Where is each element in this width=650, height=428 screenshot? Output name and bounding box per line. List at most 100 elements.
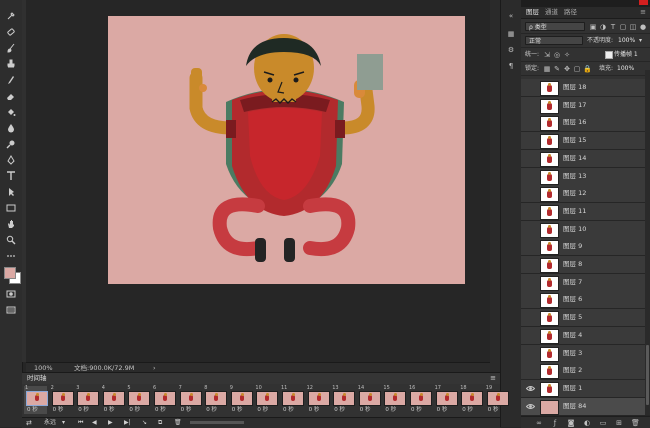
add-mask-icon[interactable]: ◙ [567, 419, 575, 427]
lock-paint-icon[interactable]: ✎ [553, 65, 561, 73]
opacity-value[interactable]: 100% [618, 34, 635, 47]
paint-bucket-icon[interactable] [4, 106, 18, 118]
timeline-frame[interactable]: 80 秒 [203, 385, 228, 414]
timeline-frame[interactable]: 10 秒 [24, 385, 48, 414]
layer-row[interactable]: 图层 7 [521, 273, 650, 292]
frame-delay[interactable]: 0 秒 [129, 407, 140, 414]
timeline-frame[interactable]: 15 0 秒 [382, 385, 407, 414]
artboard[interactable] [108, 16, 465, 284]
link-layers-icon[interactable]: ∞ [535, 419, 543, 427]
visibility-eye-icon[interactable] [525, 402, 536, 411]
timeline-frame[interactable]: 30 秒 [75, 385, 100, 414]
foreground-color-swatch[interactable] [4, 267, 16, 279]
propagate-checkbox[interactable] [605, 51, 613, 59]
layer-row[interactable]: 图层 14 [521, 149, 650, 168]
frame-delay[interactable]: 0 秒 [360, 407, 371, 414]
healing-brush-icon[interactable] [4, 26, 18, 38]
timeline-frame[interactable]: 90 秒 [229, 385, 253, 414]
paragraph-panel-icon[interactable]: ¶ [507, 62, 515, 70]
layer-row[interactable]: 图层 15 [521, 132, 650, 151]
lock-move-icon[interactable]: ✥ [563, 65, 571, 73]
layer-row[interactable]: 图层 17 [521, 96, 650, 115]
new-group-icon[interactable]: ▭ [599, 419, 607, 427]
adjustments-panel-icon[interactable]: ⚙ [507, 46, 515, 54]
visibility-eye-icon[interactable] [526, 242, 535, 251]
visibility-eye-icon[interactable] [526, 225, 535, 234]
layer-row[interactable]: 图层 12 [521, 185, 650, 204]
unify-style-icon[interactable]: ✧ [563, 51, 571, 59]
layer-list-scroll-thumb[interactable] [646, 345, 649, 405]
visibility-eye-icon[interactable] [526, 83, 535, 92]
tab-layers[interactable]: 图层 [526, 7, 539, 18]
layer-row[interactable]: 图层 9 [521, 238, 650, 257]
timeline-frame[interactable]: 70 秒 [178, 385, 202, 414]
panel-menu-icon[interactable]: ≡ [640, 7, 646, 18]
frame-delay[interactable]: 0 秒 [232, 407, 243, 414]
frame-delay[interactable]: 0 秒 [411, 407, 422, 414]
timeline-frame[interactable]: 12 0 秒 [306, 385, 330, 414]
filter-type-icon[interactable]: T [609, 23, 617, 31]
clone-stamp-icon[interactable] [4, 58, 18, 70]
visibility-eye-icon[interactable] [526, 136, 535, 145]
visibility-eye-icon[interactable] [526, 260, 535, 269]
frame-delay[interactable]: 0 秒 [462, 407, 473, 414]
timeline-frame[interactable]: 40 秒 [101, 385, 125, 414]
layer-style-icon[interactable]: ƒ [551, 419, 559, 427]
layer-row[interactable]: 图层 3 [521, 344, 650, 363]
visibility-eye-icon[interactable] [526, 118, 535, 127]
filter-kind-select[interactable]: ρ 类型 [525, 22, 585, 31]
unify-position-icon[interactable]: ⇲ [543, 51, 551, 59]
visibility-eye-icon[interactable] [526, 331, 535, 340]
filter-pixel-icon[interactable]: ▣ [589, 23, 597, 31]
timeline-frame[interactable]: 50 秒 [126, 385, 151, 414]
visibility-eye-icon[interactable] [526, 172, 535, 181]
frame-delay[interactable]: 0 秒 [437, 407, 448, 414]
zoom-icon[interactable] [4, 234, 18, 246]
type-icon[interactable] [4, 170, 18, 182]
layer-row[interactable]: 图层 18 [521, 79, 650, 97]
timeline-frame[interactable]: 60 秒 [152, 385, 176, 414]
frame-delay[interactable]: 0 秒 [181, 407, 192, 414]
frame-delay[interactable]: 0 秒 [53, 407, 64, 414]
panel-close-icon[interactable] [639, 0, 648, 5]
path-select-icon[interactable] [4, 186, 18, 198]
frame-delay[interactable]: 0 秒 [78, 407, 89, 414]
more-tools-icon[interactable] [4, 250, 18, 262]
filter-toggle-icon[interactable]: ● [639, 23, 647, 31]
layer-row[interactable]: 图层 10 [521, 220, 650, 239]
layer-row[interactable]: 图层 84 [521, 397, 650, 416]
pen-icon[interactable] [4, 154, 18, 166]
timeline-frame[interactable]: 13 0 秒 [331, 385, 356, 414]
unify-visibility-icon[interactable]: ◎ [553, 51, 561, 59]
visibility-eye-icon[interactable] [526, 313, 535, 322]
visibility-eye-icon[interactable] [526, 295, 535, 304]
timeline-frame[interactable]: 11 0 秒 [280, 385, 304, 414]
fill-value[interactable]: 100% [617, 62, 634, 75]
timeline-frame[interactable]: 16 0 秒 [408, 385, 432, 414]
eyedropper-icon[interactable] [4, 10, 18, 22]
blur-icon[interactable] [4, 122, 18, 134]
layer-list-scrollbar[interactable] [645, 70, 650, 415]
timeline-frame[interactable]: 20 秒 [50, 385, 74, 414]
hand-icon[interactable] [4, 218, 18, 230]
layer-row[interactable]: 图层 13 [521, 167, 650, 186]
lock-all-icon[interactable]: 🔒 [583, 65, 592, 73]
layer-row[interactable]: 图层 11 [521, 202, 650, 221]
dodge-icon[interactable] [4, 138, 18, 150]
frame-delay[interactable]: 0 秒 [27, 407, 38, 414]
frame-delay[interactable]: 0 秒 [257, 407, 268, 414]
visibility-eye-icon[interactable] [526, 349, 535, 358]
timeline-frame[interactable]: 14 0 秒 [357, 385, 381, 414]
adjustment-layer-icon[interactable]: ◐ [583, 419, 591, 427]
screen-mode-icon[interactable] [4, 304, 18, 316]
layer-row[interactable]: 图层 2 [521, 362, 650, 381]
new-layer-icon[interactable]: ⊞ [615, 419, 623, 427]
visibility-eye-icon[interactable] [526, 366, 535, 375]
quick-mask-icon[interactable] [4, 288, 18, 300]
filter-shape-icon[interactable]: ▢ [619, 23, 627, 31]
rectangle-icon[interactable] [4, 202, 18, 214]
opacity-dropdown-icon[interactable]: ▾ [639, 34, 642, 47]
visibility-eye-icon[interactable] [526, 154, 535, 163]
frame-delay[interactable]: 0 秒 [104, 407, 115, 414]
timeline-frame[interactable]: 18 0 秒 [459, 385, 484, 414]
